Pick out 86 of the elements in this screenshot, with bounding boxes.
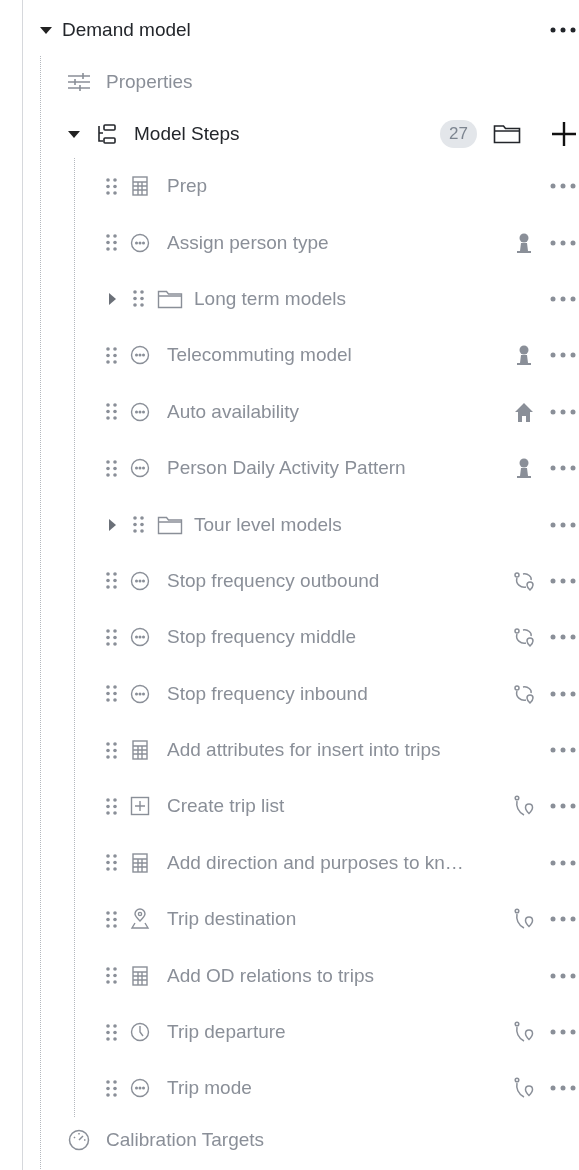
step-row[interactable]: Telecommuting model bbox=[106, 327, 579, 384]
step-row[interactable]: Add OD relations to trips bbox=[106, 947, 579, 1004]
route-icon bbox=[513, 1021, 535, 1044]
plus-box-icon bbox=[130, 795, 150, 818]
loop-route-icon bbox=[513, 626, 535, 649]
route-icon bbox=[513, 1077, 535, 1100]
calibration-label: Calibration Targets bbox=[106, 1128, 266, 1151]
step-row[interactable]: Stop frequency middle bbox=[106, 609, 579, 666]
map-pin-icon bbox=[130, 908, 150, 931]
step-label: Add direction and purposes to kn… bbox=[167, 851, 465, 874]
dots-circle-icon bbox=[130, 1077, 150, 1100]
dots-circle-icon bbox=[130, 344, 150, 367]
step-row[interactable]: Assign person type bbox=[106, 214, 579, 271]
step-label: Add attributes for insert into trips bbox=[167, 739, 442, 762]
step-row[interactable]: Prep bbox=[106, 158, 579, 215]
route-icon bbox=[513, 908, 535, 931]
drag-handle-icon[interactable] bbox=[106, 628, 117, 646]
step-label: Prep bbox=[167, 175, 209, 198]
dots-circle-icon bbox=[130, 569, 150, 592]
drag-handle-icon[interactable] bbox=[106, 177, 117, 195]
loop-route-icon bbox=[513, 569, 535, 592]
house-icon bbox=[513, 400, 535, 423]
drag-handle-icon[interactable] bbox=[133, 290, 144, 308]
step-label: Add OD relations to trips bbox=[167, 964, 375, 987]
step-label: Stop frequency outbound bbox=[167, 569, 381, 592]
calculator-icon bbox=[130, 175, 150, 198]
drag-handle-icon[interactable] bbox=[106, 685, 117, 703]
calculator-icon bbox=[130, 851, 150, 874]
drag-handle-icon[interactable] bbox=[133, 516, 144, 534]
step-label: Trip departure bbox=[167, 1021, 287, 1044]
drag-handle-icon[interactable] bbox=[106, 910, 117, 928]
step-row[interactable]: Trip departure bbox=[106, 1003, 579, 1061]
step-label: Telecommuting model bbox=[167, 344, 353, 367]
dots-circle-icon bbox=[130, 400, 150, 423]
step-row[interactable]: Create trip list bbox=[106, 778, 579, 835]
step-label: Auto availability bbox=[167, 400, 301, 423]
step-row[interactable]: Stop frequency inbound bbox=[106, 665, 579, 722]
step-row[interactable]: Trip destination bbox=[106, 891, 579, 948]
step-label: Trip destination bbox=[167, 908, 298, 931]
model-steps-label: Model Steps bbox=[134, 123, 241, 145]
drag-handle-icon[interactable] bbox=[106, 854, 117, 872]
count-badge: 27 bbox=[440, 120, 477, 148]
sliders-icon bbox=[68, 72, 90, 92]
step-row[interactable]: Person Daily Activity Pattern bbox=[106, 439, 579, 497]
folder-row[interactable]: Tour level models bbox=[106, 496, 579, 553]
step-label: Stop frequency inbound bbox=[167, 682, 369, 705]
route-icon bbox=[513, 795, 535, 818]
loop-route-icon bbox=[513, 682, 535, 705]
folder-label: Tour level models bbox=[194, 513, 343, 536]
drag-handle-icon[interactable] bbox=[106, 741, 117, 759]
step-row[interactable]: Auto availability bbox=[106, 383, 579, 440]
drag-handle-icon[interactable] bbox=[106, 459, 117, 477]
dots-circle-icon bbox=[130, 457, 150, 480]
folder-row[interactable]: Long term models bbox=[106, 270, 579, 328]
drag-handle-icon[interactable] bbox=[106, 798, 117, 815]
calculator-icon bbox=[130, 964, 150, 987]
dots-circle-icon bbox=[130, 231, 150, 254]
calculator-icon bbox=[130, 739, 150, 762]
folder-icon[interactable] bbox=[493, 123, 521, 145]
drag-handle-icon[interactable] bbox=[106, 1079, 117, 1097]
demand-model-label: Demand model bbox=[62, 19, 192, 41]
steps-icon bbox=[96, 123, 118, 145]
step-label: Stop frequency middle bbox=[167, 626, 358, 649]
step-label: Person Daily Activity Pattern bbox=[167, 457, 407, 480]
step-label: Create trip list bbox=[167, 795, 286, 818]
step-row[interactable]: Add attributes for insert into trips bbox=[106, 721, 579, 779]
drag-handle-icon[interactable] bbox=[106, 967, 117, 985]
drag-handle-icon[interactable] bbox=[106, 234, 117, 252]
folder-label: Long term models bbox=[194, 287, 348, 310]
properties-row[interactable]: Properties bbox=[68, 56, 579, 108]
gauge-icon bbox=[68, 1128, 90, 1151]
dots-circle-icon bbox=[130, 682, 150, 705]
step-label: Trip mode bbox=[167, 1077, 253, 1100]
drag-handle-icon[interactable] bbox=[106, 572, 117, 590]
drag-handle-icon[interactable] bbox=[106, 403, 117, 421]
step-label: Assign person type bbox=[167, 231, 330, 254]
add-icon[interactable] bbox=[551, 123, 577, 145]
step-row[interactable]: Stop frequency outbound bbox=[106, 552, 579, 610]
drag-handle-icon[interactable] bbox=[106, 346, 117, 364]
step-row[interactable]: Trip mode bbox=[106, 1060, 579, 1117]
step-row[interactable]: Add direction and purposes to kn… bbox=[106, 834, 579, 892]
properties-label: Properties bbox=[106, 71, 194, 93]
clock-icon bbox=[130, 1021, 150, 1044]
drag-handle-icon[interactable] bbox=[106, 1023, 117, 1041]
dots-circle-icon bbox=[130, 626, 150, 649]
calibration-row[interactable]: Calibration Targets bbox=[68, 1116, 579, 1163]
